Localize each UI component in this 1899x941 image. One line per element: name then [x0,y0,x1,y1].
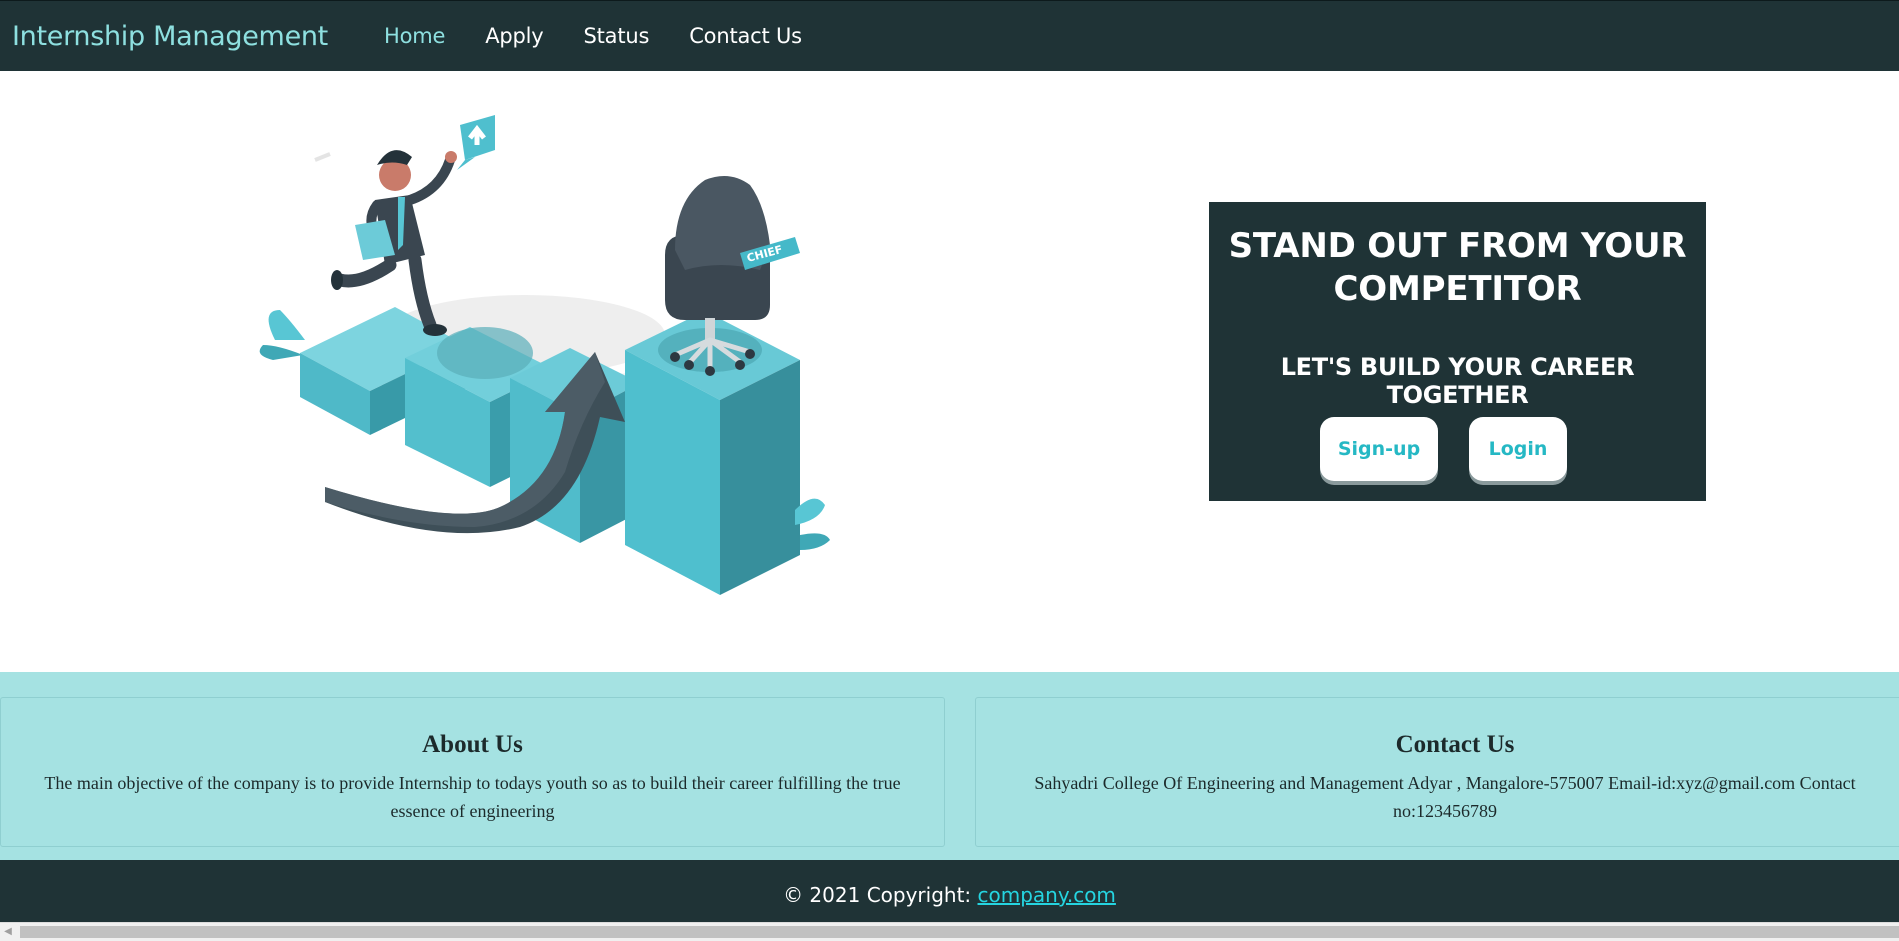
about-card: About Us The main objective of the compa… [0,697,945,847]
hero-buttons: Sign-up Login [1209,415,1706,485]
scroll-left-arrow-icon[interactable]: ◀ [2,926,14,938]
nav-home[interactable]: Home [384,24,445,48]
info-section: About Us The main objective of the compa… [0,672,1899,860]
contact-title: Contact Us [1395,731,1515,758]
signup-button[interactable]: Sign-up [1320,417,1438,481]
login-button[interactable]: Login [1469,417,1567,481]
contact-text: Sahyadri College Of Engineering and Mana… [1034,773,1856,821]
brand-title[interactable]: Internship Management [12,21,328,52]
nav-status[interactable]: Status [584,24,650,48]
footer: © 2021 Copyright: company.com [0,860,1899,922]
about-text: The main objective of the company is to … [44,773,901,821]
footer-company-link[interactable]: company.com [978,883,1116,907]
footer-copyright: © 2021 Copyright: [783,883,978,907]
contact-card: Contact Us Sahyadri College Of Engineeri… [975,697,1899,847]
hero-subtitle: LET'S BUILD YOUR CAREER TOGETHER [1280,353,1635,409]
scrollbar-thumb[interactable] [20,926,1899,938]
nav-apply[interactable]: Apply [485,24,543,48]
nav-contact-us[interactable]: Contact Us [689,24,802,48]
career-growth-illustration: CHIEF [255,115,855,610]
hero-cta-panel: STAND OUT FROM YOUR COMPETITOR LET'S BUI… [1209,202,1706,501]
about-title: About Us [422,731,523,758]
hero-title: STAND OUT FROM YOUR COMPETITOR [1228,226,1687,309]
horizontal-scrollbar[interactable]: ◀ [0,922,1899,941]
navbar: Internship Management Home Apply Status … [0,0,1899,71]
